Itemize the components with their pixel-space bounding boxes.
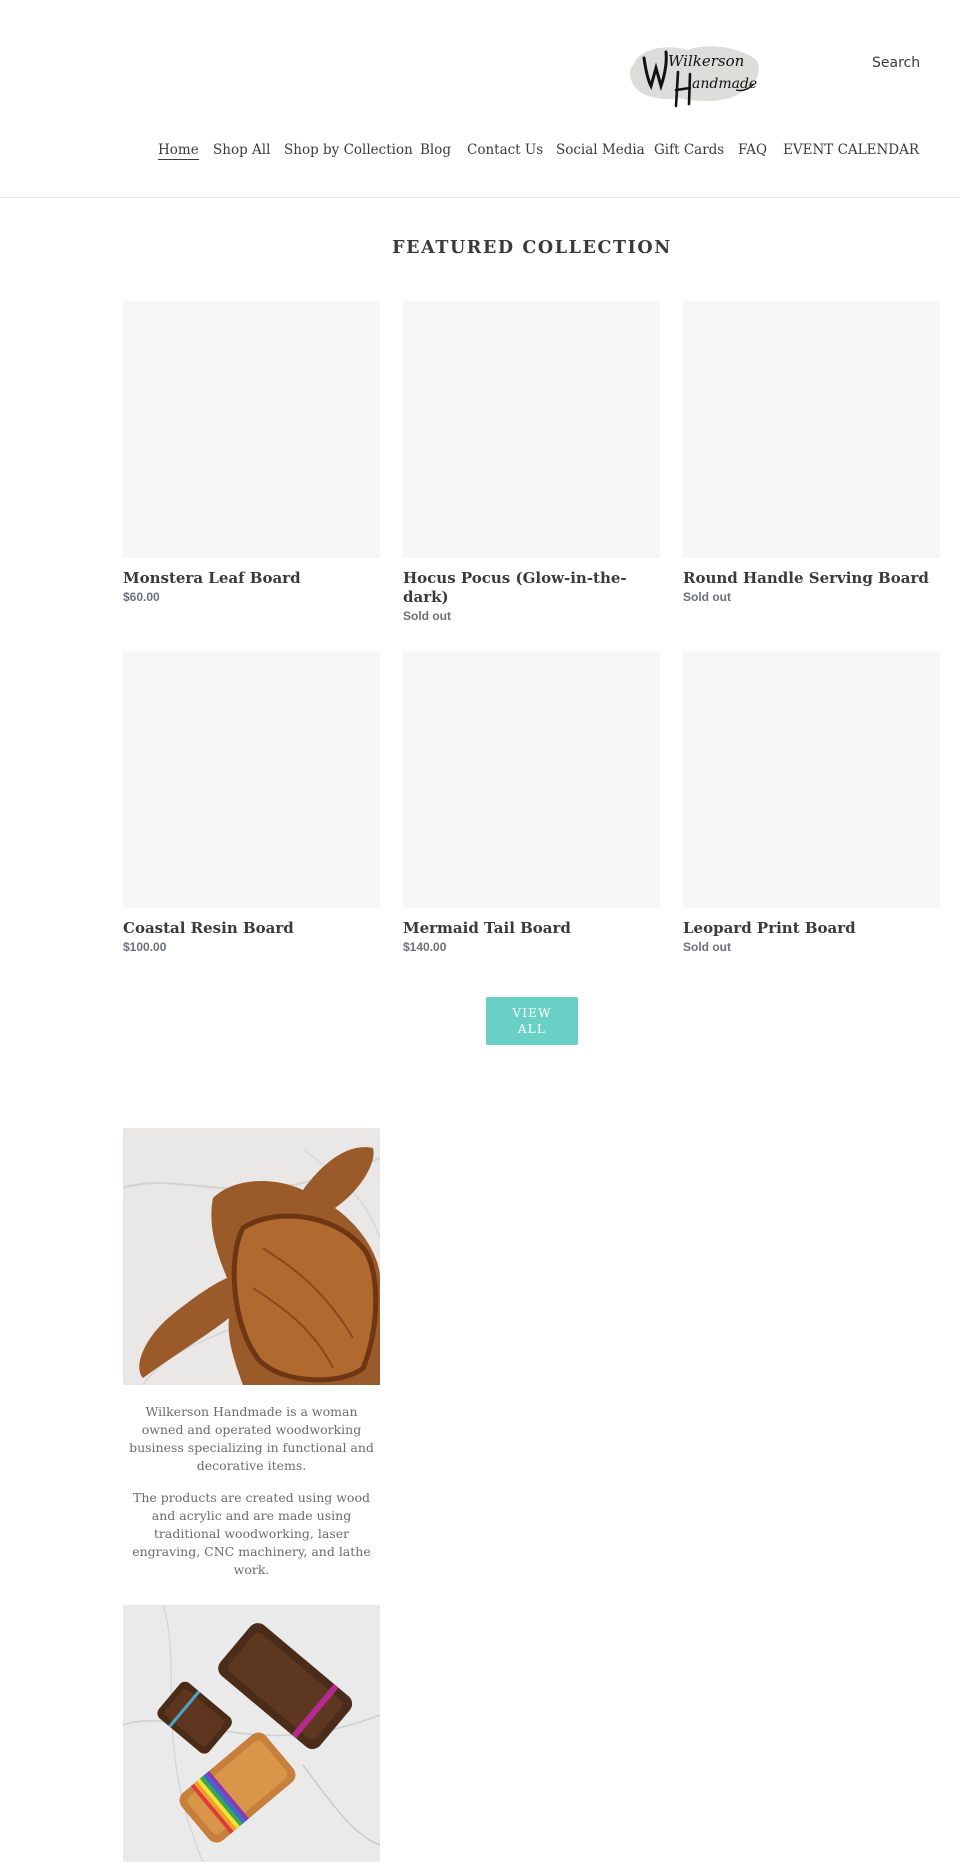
about-description: Wilkerson Handmade is a woman owned and …: [123, 1403, 380, 1579]
main-nav: Home Shop All Shop by Collection Blog Co…: [0, 142, 960, 162]
search-link[interactable]: Search: [872, 55, 920, 71]
nav-gift-cards[interactable]: Gift Cards: [654, 142, 724, 158]
product-image-placeholder[interactable]: [683, 651, 940, 908]
product-price: $100.00: [123, 940, 167, 954]
nav-blog[interactable]: Blog: [420, 142, 451, 158]
product-price: $140.00: [403, 940, 447, 954]
nav-shop-all[interactable]: Shop All: [213, 142, 270, 158]
nav-faq[interactable]: FAQ: [738, 142, 767, 158]
product-card[interactable]: Mermaid Tail Board $140.00: [403, 651, 660, 955]
product-card[interactable]: Leopard Print Board Sold out: [683, 651, 940, 955]
product-price: Sold out: [683, 940, 731, 954]
product-card[interactable]: Coastal Resin Board $100.00: [123, 651, 380, 955]
product-title[interactable]: Hocus Pocus (Glow-in-the-dark): [403, 569, 660, 607]
product-card[interactable]: Hocus Pocus (Glow-in-the-dark) Sold out: [403, 301, 660, 624]
about-paragraph: Wilkerson Handmade is a woman owned and …: [129, 1404, 374, 1473]
product-image-placeholder[interactable]: [403, 651, 660, 908]
site-header: Wilkerson andmade Search Home Shop All S…: [0, 0, 960, 198]
svg-text:Wilkerson: Wilkerson: [668, 52, 744, 70]
view-all-button[interactable]: VIEW ALL: [486, 997, 578, 1045]
site-logo[interactable]: Wilkerson andmade: [626, 32, 766, 112]
nav-shop-by-collection[interactable]: Shop by Collection: [284, 142, 413, 158]
nav-event-calendar[interactable]: EVENT CALENDAR: [783, 142, 919, 158]
product-image-placeholder[interactable]: [683, 301, 940, 558]
product-card[interactable]: Round Handle Serving Board Sold out: [683, 301, 940, 605]
product-image-placeholder[interactable]: [123, 301, 380, 558]
about-paragraph: The products are created using wood and …: [132, 1490, 371, 1577]
product-title[interactable]: Leopard Print Board: [683, 919, 940, 938]
nav-home[interactable]: Home: [158, 142, 199, 160]
product-price: Sold out: [683, 590, 731, 604]
serving-trays-photo: [123, 1605, 380, 1862]
nav-social-media[interactable]: Social Media: [556, 142, 645, 158]
product-image-placeholder[interactable]: [123, 651, 380, 908]
product-title[interactable]: Monstera Leaf Board: [123, 569, 380, 588]
product-title[interactable]: Mermaid Tail Board: [403, 919, 660, 938]
product-price: $60.00: [123, 590, 160, 604]
product-card[interactable]: Monstera Leaf Board $60.00: [123, 301, 380, 605]
nav-contact-us[interactable]: Contact Us: [467, 142, 543, 158]
product-image-placeholder[interactable]: [403, 301, 660, 558]
logo-image: Wilkerson andmade: [629, 46, 759, 108]
product-title[interactable]: Coastal Resin Board: [123, 919, 380, 938]
turtle-board-photo: [123, 1128, 380, 1385]
product-title[interactable]: Round Handle Serving Board: [683, 569, 940, 588]
product-price: Sold out: [403, 609, 451, 623]
featured-collection-title: FEATURED COLLECTION: [392, 238, 672, 258]
